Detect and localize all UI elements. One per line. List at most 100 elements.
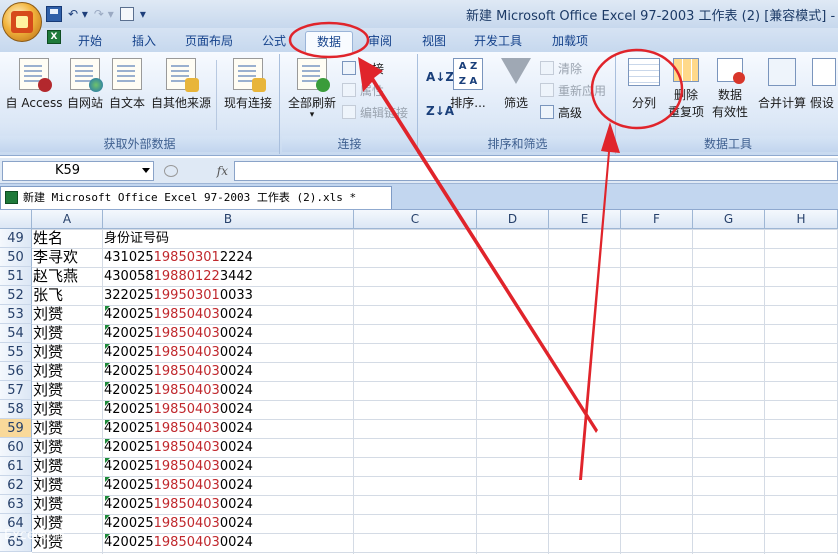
tab-insert[interactable]: 插入 [124,31,164,52]
error-indicator-icon[interactable] [105,439,110,444]
row-header[interactable]: 58 [0,400,32,419]
column-header-f[interactable]: F [621,210,693,229]
cell-id-number[interactable]: 431025198503012224 [104,248,354,267]
cell-name[interactable]: 刘赟 [33,324,103,343]
cell-id-number[interactable]: 420025198504030024 [104,438,354,457]
existing-connections-button[interactable]: 现有连接 [222,58,274,111]
what-if-button[interactable]: 假设 [810,58,838,111]
edit-links-button[interactable]: 编辑链接 [342,104,408,122]
connections-button[interactable]: 连接 [342,60,384,78]
reapply-button[interactable]: 重新应用 [540,82,606,100]
column-header-c[interactable]: C [354,210,477,229]
error-indicator-icon[interactable] [105,477,110,482]
column-header-a[interactable]: A [32,210,103,229]
from-text-button[interactable]: 自文本 [108,58,146,111]
cell-id-number[interactable]: 420025198504030024 [104,495,354,514]
insert-function-button[interactable]: fx [160,162,232,180]
row-header[interactable]: 61 [0,457,32,476]
row-header[interactable]: 63 [0,495,32,514]
cell-id-number[interactable]: 420025198504030024 [104,362,354,381]
customize-qat-button[interactable]: ▾ [140,5,146,23]
chevron-down-icon[interactable] [142,168,150,173]
row-header[interactable]: 50 [0,248,32,267]
cell-name[interactable]: 刘赟 [33,438,103,457]
error-indicator-icon[interactable] [105,401,110,406]
error-indicator-icon[interactable] [105,420,110,425]
row-header[interactable]: 54 [0,324,32,343]
error-indicator-icon[interactable] [105,363,110,368]
tab-view[interactable]: 视图 [414,31,454,52]
undo-button[interactable]: ↶ ▾ [68,5,88,23]
properties-button[interactable]: 属性 [342,82,384,100]
error-indicator-icon[interactable] [105,382,110,387]
cell-id-number[interactable]: 420025198504030024 [104,381,354,400]
cell-id-number[interactable]: 420025198504030024 [104,476,354,495]
column-header-h[interactable]: H [765,210,838,229]
cell-name[interactable]: 刘赟 [33,495,103,514]
cell-name[interactable]: 刘赟 [33,419,103,438]
cell-id-number[interactable]: 420025198504030024 [104,324,354,343]
from-access-button[interactable]: 自 Access [4,58,64,111]
row-header[interactable]: 51 [0,267,32,286]
select-all-corner[interactable] [0,210,32,229]
cell-id-number[interactable]: 420025198504030024 [104,419,354,438]
row-header[interactable]: 49 [0,229,32,248]
cell-name[interactable]: 刘赟 [33,343,103,362]
cell-id-number[interactable]: 420025198504030024 [104,457,354,476]
error-indicator-icon[interactable] [105,515,110,520]
text-to-columns-button[interactable]: 分列 [624,58,664,111]
office-button[interactable] [2,2,42,42]
save-icon[interactable] [46,6,62,22]
consolidate-button[interactable]: 合并计算 [756,58,808,111]
column-header-g[interactable]: G [693,210,765,229]
cell-id-number[interactable]: 420025198504030024 [104,305,354,324]
row-header[interactable]: 53 [0,305,32,324]
tab-formulas[interactable]: 公式 [254,31,294,52]
cell-name[interactable]: 刘赟 [33,400,103,419]
error-indicator-icon[interactable] [105,325,110,330]
cell-name[interactable]: 姓名 [33,229,103,248]
tab-review[interactable]: 审阅 [360,31,400,52]
cell-id-number[interactable]: 420025198504030024 [104,343,354,362]
print-preview-icon[interactable] [119,7,134,21]
cell-name[interactable]: 刘赟 [33,457,103,476]
name-box[interactable]: K59 [2,161,154,181]
cell-name[interactable]: 赵飞燕 [33,267,103,286]
column-header-d[interactable]: D [477,210,549,229]
error-indicator-icon[interactable] [105,496,110,501]
refresh-all-button[interactable]: 全部刷新 ▾ [286,58,338,120]
tab-data[interactable]: 数据 [305,31,353,52]
formula-input[interactable] [234,161,838,181]
workbook-tab[interactable]: 新建 Microsoft Office Excel 97-2003 工作表 (2… [0,186,392,209]
clear-filter-button[interactable]: 清除 [540,60,582,78]
cell-name[interactable]: 刘赟 [33,476,103,495]
row-header[interactable]: 52 [0,286,32,305]
cell-name[interactable]: 刘赟 [33,362,103,381]
cell-id-number[interactable]: 322025199503010033 [104,286,354,305]
error-indicator-icon[interactable] [105,458,110,463]
row-header[interactable]: 62 [0,476,32,495]
worksheet-grid[interactable]: A B C D E F G H 49 姓名 身份证号码 50 李寻欢 431025198503012224… [0,210,838,554]
remove-duplicates-button[interactable]: 删除 重复项 [668,58,704,120]
cell-name[interactable]: 张飞 [33,286,103,305]
data-validation-button[interactable]: 数据 有效性 [708,58,752,120]
cell-id-number[interactable]: 身份证号码 [104,229,354,248]
advanced-filter-button[interactable]: 高级 [540,104,582,122]
column-header-e[interactable]: E [549,210,621,229]
row-header[interactable]: 57 [0,381,32,400]
from-web-button[interactable]: 自网站 [66,58,104,111]
tab-addins[interactable]: 加载项 [544,31,596,52]
cell-id-number[interactable]: 420025198504030024 [104,533,354,552]
row-header[interactable]: 60 [0,438,32,457]
error-indicator-icon[interactable] [105,306,110,311]
from-other-sources-button[interactable]: 自其他来源 [150,58,212,111]
tab-developer[interactable]: 开发工具 [466,31,530,52]
column-header-b[interactable]: B [103,210,354,229]
cell-id-number[interactable]: 420025198504030024 [104,400,354,419]
row-header[interactable]: 59 [0,419,32,438]
cell-name[interactable]: 刘赟 [33,381,103,400]
tab-page-layout[interactable]: 页面布局 [178,31,240,52]
error-indicator-icon[interactable] [105,344,110,349]
redo-button[interactable]: ↷ ▾ [94,5,114,23]
cell-name[interactable]: 刘赟 [33,305,103,324]
